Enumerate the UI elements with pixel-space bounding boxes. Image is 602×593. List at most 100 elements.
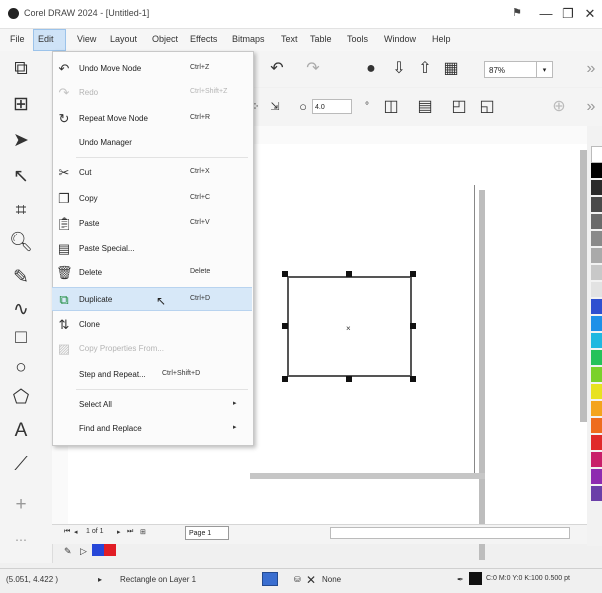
selection-handle[interactable] [410, 323, 416, 329]
line-tool-icon[interactable]: ⟋ [8, 452, 34, 478]
palette-swatch[interactable] [591, 163, 602, 178]
corel-connect-icon[interactable]: ● [360, 58, 382, 80]
palette-swatch[interactable] [591, 418, 602, 433]
palette-swatch[interactable] [591, 435, 602, 450]
palette-swatch[interactable] [591, 299, 602, 314]
menu-view[interactable]: View [77, 34, 96, 44]
text-tool-icon[interactable]: A [8, 418, 34, 444]
palette-swatch[interactable] [591, 333, 602, 348]
horizontal-scrollbar[interactable] [330, 527, 570, 539]
menu-edit[interactable]: Edit [38, 34, 54, 44]
menu-item-undo[interactable]: ↶ Undo Move Node Ctrl+Z [52, 57, 252, 81]
rotation-field[interactable]: 4.0 [312, 99, 352, 114]
document-palette-red[interactable] [104, 544, 116, 556]
menu-item-select-all[interactable]: Select All ▸ [52, 393, 252, 417]
page-last-icon[interactable]: ⏭ [127, 528, 133, 536]
menu-item-step-repeat[interactable]: Step and Repeat... Ctrl+Shift+D [52, 363, 252, 387]
scale-icon[interactable]: ⇲ [264, 96, 286, 118]
palette-swatch[interactable] [591, 350, 602, 365]
menu-layout[interactable]: Layout [110, 34, 137, 44]
menu-item-redo[interactable]: ↷ Redo Ctrl+Shift+Z [52, 81, 252, 105]
menu-item-cut[interactable]: ✂ Cut Ctrl+X [52, 161, 252, 185]
vertical-scrollbar[interactable] [580, 150, 587, 422]
menu-item-copy[interactable]: ❐ Copy Ctrl+C [52, 187, 252, 211]
zoom-tool-icon[interactable]: 🔍︎ [8, 230, 34, 256]
menu-bitmaps[interactable]: Bitmaps [232, 34, 265, 44]
zoom-dropdown-icon[interactable]: ▾ [536, 61, 553, 78]
zoom-level-select[interactable]: 87% [484, 61, 544, 78]
menu-help[interactable]: Help [432, 34, 451, 44]
palette-swatch[interactable] [591, 384, 602, 399]
crop-tool-icon[interactable]: ⌗ [8, 198, 34, 224]
page-first-icon[interactable]: ⏮ [64, 528, 70, 536]
corner-scallop-icon[interactable]: ◱ [476, 96, 498, 118]
minimize-button[interactable]: — [536, 5, 556, 23]
menu-item-paste[interactable]: 📋︎ Paste Ctrl+V [52, 212, 252, 236]
selection-handle[interactable] [346, 271, 352, 277]
propbar-overflow-icon[interactable]: » [580, 96, 602, 118]
page-prev-icon[interactable]: ◂ [74, 528, 78, 536]
palette-swatch[interactable] [591, 248, 602, 263]
align-icon[interactable]: ▤ [414, 96, 436, 118]
corner-round-icon[interactable]: ◰ [448, 96, 470, 118]
grid-icon[interactable]: ⊞ [8, 92, 34, 118]
palette-swatch[interactable] [591, 214, 602, 229]
undo-icon[interactable]: ↶ [266, 58, 288, 80]
palette-swatch[interactable] [591, 180, 602, 195]
pick-tool-icon[interactable]: ➤ [8, 128, 34, 154]
menu-item-clone[interactable]: ⇅ Clone [52, 313, 252, 337]
add-tool-icon[interactable]: + [8, 492, 34, 518]
menu-tools[interactable]: Tools [347, 34, 368, 44]
mirror-icon[interactable]: ◫ [380, 96, 402, 118]
customize-icon[interactable]: ⋯ [8, 527, 34, 553]
menu-table[interactable]: Table [310, 34, 332, 44]
import-icon[interactable]: ⇩ [388, 58, 410, 80]
pick-color-icon[interactable]: ✎ [64, 546, 72, 557]
publish-pdf-icon[interactable]: ▦ [440, 58, 462, 80]
maximize-button[interactable]: ❐ [558, 5, 578, 23]
menu-item-repeat[interactable]: ↻ Repeat Move Node Ctrl+R [52, 107, 252, 131]
palette-swatch[interactable] [591, 282, 602, 297]
menu-item-find-replace[interactable]: Find and Replace ▸ [52, 417, 252, 441]
page-tab[interactable]: Page 1 [185, 526, 229, 540]
palette-swatch[interactable] [591, 452, 602, 467]
menu-item-copy-properties[interactable]: ▨ Copy Properties From... [52, 337, 252, 361]
rectangle-tool-icon[interactable]: □ [8, 325, 34, 351]
export-icon[interactable]: ⇧ [414, 58, 436, 80]
selection-handle[interactable] [410, 271, 416, 277]
document-palette-blue[interactable] [92, 544, 104, 556]
artistic-media-icon[interactable]: ∿ [8, 297, 34, 323]
menu-item-duplicate[interactable]: ⧉ Duplicate Ctrl+D ↖ [52, 287, 252, 311]
menu-item-paste-special[interactable]: ▤ Paste Special... [52, 237, 252, 261]
menu-item-delete[interactable]: 🗑︎ Delete Delete [52, 261, 252, 285]
add-page-icon[interactable]: ⊞ [140, 528, 146, 536]
palette-swatch[interactable] [591, 231, 602, 246]
palette-swatch[interactable] [591, 197, 602, 212]
rotation-icon[interactable]: ○ [292, 96, 314, 118]
add-icon[interactable]: ⊕ [548, 96, 570, 118]
palette-swatch[interactable] [591, 401, 602, 416]
palette-swatch[interactable] [591, 367, 602, 382]
page-next-icon[interactable]: ▸ [117, 528, 121, 536]
redo-icon[interactable]: ↷ [302, 58, 324, 80]
selection-handle[interactable] [282, 271, 288, 277]
selection-handle[interactable] [282, 376, 288, 382]
palette-swatch[interactable] [591, 469, 602, 484]
selection-handle[interactable] [282, 323, 288, 329]
menu-effects[interactable]: Effects [190, 34, 217, 44]
user-icon[interactable]: ⚑ [510, 6, 524, 20]
menu-text[interactable]: Text [281, 34, 298, 44]
toolbar-overflow-icon[interactable]: » [580, 58, 602, 80]
palette-swatch[interactable] [591, 316, 602, 331]
selection-handle[interactable] [410, 376, 416, 382]
palette-swatch[interactable] [591, 486, 602, 501]
palette-swatch[interactable] [591, 146, 602, 163]
menu-window[interactable]: Window [384, 34, 416, 44]
welcome-icon[interactable]: ⧉ [8, 56, 34, 82]
selection-handle[interactable] [346, 376, 352, 382]
polygon-tool-icon[interactable]: ⬠ [8, 385, 34, 411]
menu-file[interactable]: File [10, 34, 25, 44]
drag-handle-icon[interactable]: ▷ [80, 546, 87, 557]
close-button[interactable]: ✕ [580, 5, 600, 23]
palette-swatch[interactable] [591, 265, 602, 280]
